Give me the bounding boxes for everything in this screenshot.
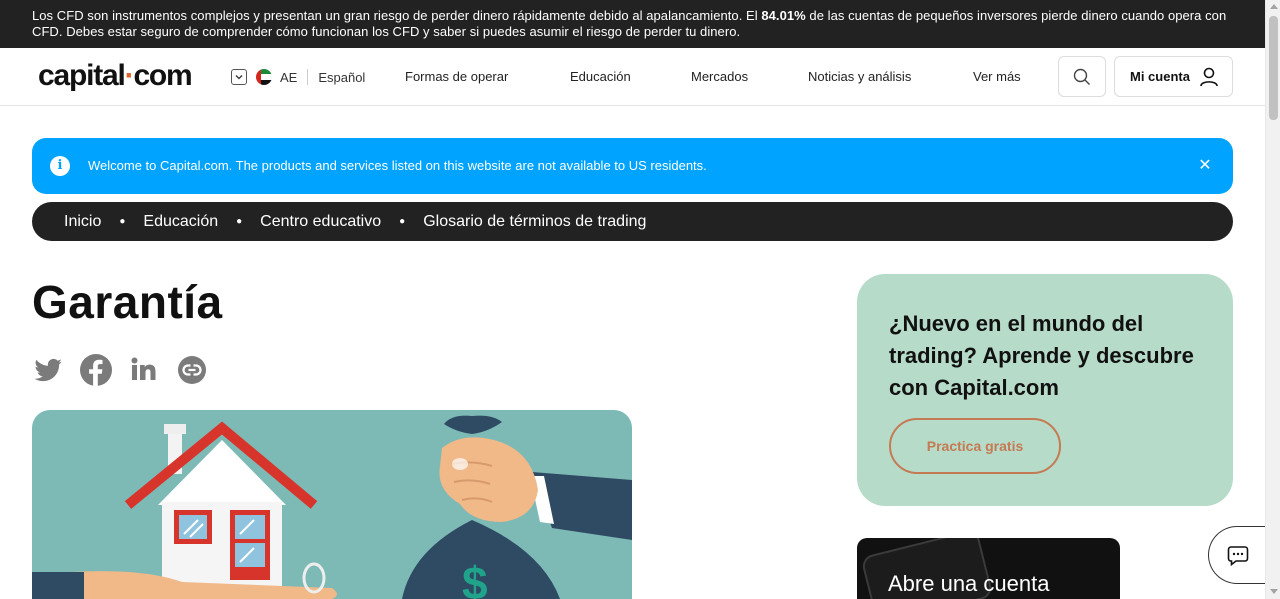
nav-formas-de-operar[interactable]: Formas de operar: [405, 69, 508, 85]
chat-icon: [1227, 546, 1249, 566]
page-title: Garantía: [32, 276, 223, 328]
user-icon: [1200, 67, 1218, 86]
close-icon[interactable]: ✕: [1195, 156, 1215, 176]
search-icon: [1073, 68, 1090, 85]
language-label[interactable]: Español: [318, 70, 365, 85]
risk-text-before: Los CFD son instrumentos complejos y pre…: [32, 8, 762, 23]
search-button[interactable]: [1058, 56, 1106, 97]
breadcrumb-inicio[interactable]: Inicio: [64, 213, 101, 231]
breadcrumb-centro-educativo[interactable]: Centro educativo: [260, 213, 381, 231]
nav-noticias-y-analisis[interactable]: Noticias y análisis: [808, 69, 911, 85]
region-code: AE: [280, 69, 298, 85]
logo-text-left: capital: [38, 59, 126, 92]
copy-link-icon[interactable]: [176, 354, 208, 386]
nav-educacion[interactable]: Educación: [570, 69, 631, 85]
linkedin-icon[interactable]: [128, 354, 160, 386]
collateral-illustration: $: [32, 410, 632, 599]
open-account-card[interactable]: Abre una cuenta: [857, 538, 1120, 599]
breadcrumb-educacion[interactable]: Educación: [143, 213, 218, 231]
account-label: Mi cuenta: [1130, 69, 1190, 84]
nav-mercados[interactable]: Mercados: [691, 69, 748, 85]
breadcrumb-current: Glosario de términos de trading: [423, 212, 647, 230]
nav-ver-mas[interactable]: Ver más: [973, 69, 1021, 85]
breadcrumb-separator: ●: [399, 216, 406, 227]
logo[interactable]: capital·com: [38, 59, 193, 93]
scroll-down-icon[interactable]: [1270, 589, 1278, 594]
practice-free-button[interactable]: Practica gratis: [889, 418, 1061, 474]
open-account-label: Abre una cuenta: [888, 571, 1050, 596]
risk-percent: 84.01%: [761, 8, 806, 23]
learn-promo-card: ¿Nuevo en el mundo del trading? Aprende …: [857, 274, 1233, 506]
scroll-up-icon[interactable]: [1270, 4, 1278, 9]
breadcrumb: Inicio ● Educación ● Centro educativo ● …: [32, 202, 1233, 241]
breadcrumb-separator: ●: [236, 216, 243, 227]
logo-text-right: com: [133, 59, 192, 92]
site-header: capital·com AE Español Formas de operar …: [0, 48, 1265, 106]
account-button[interactable]: Mi cuenta: [1114, 56, 1233, 97]
risk-warning-bar: Los CFD son instrumentos complejos y pre…: [0, 0, 1265, 48]
twitter-icon[interactable]: [32, 354, 64, 386]
uae-flag-icon: [256, 69, 272, 85]
breadcrumb-separator: ●: [119, 216, 126, 227]
chevron-down-icon[interactable]: [231, 69, 247, 85]
locale-selector[interactable]: AE Español: [231, 68, 365, 86]
page-scrollbar[interactable]: [1265, 0, 1280, 599]
scrollbar-thumb[interactable]: [1269, 16, 1278, 120]
alert-message: Welcome to Capital.com. The products and…: [88, 158, 707, 173]
svg-text:$: $: [462, 557, 488, 599]
us-residents-alert: i Welcome to Capital.com. The products a…: [32, 138, 1233, 194]
locale-divider: [307, 69, 309, 85]
facebook-icon[interactable]: [80, 354, 112, 386]
chat-button[interactable]: [1208, 526, 1272, 584]
info-icon: i: [50, 156, 70, 176]
promo-heading: ¿Nuevo en el mundo del trading? Aprende …: [889, 311, 1194, 400]
